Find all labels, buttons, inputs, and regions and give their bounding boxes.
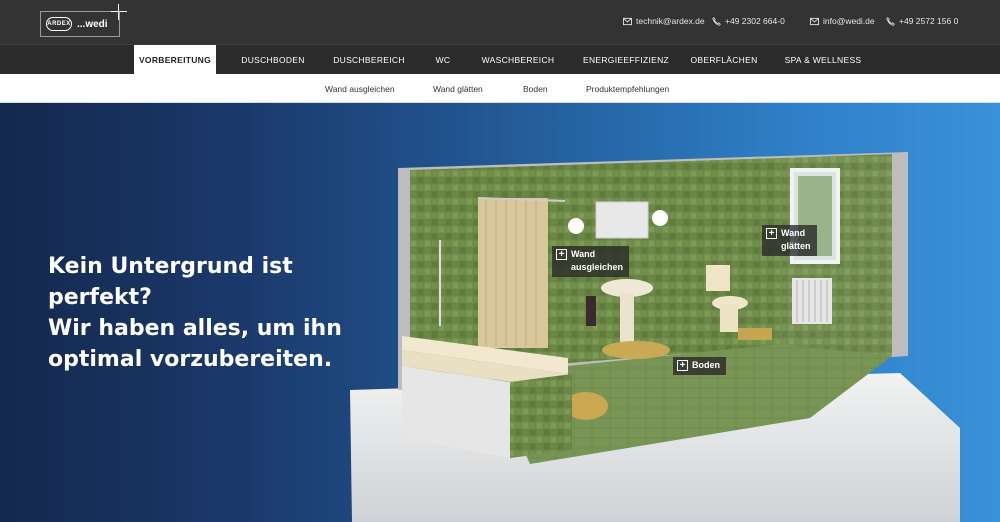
nav-item-vorbereitung[interactable]: VORBEREITUNG <box>134 45 216 75</box>
hero-headline: Kein Untergrund ist perfekt? Wir haben a… <box>48 251 342 375</box>
plus-icon: + <box>677 360 688 371</box>
hotspot-label: Boden <box>692 360 720 370</box>
hotspot-label-line: Wand <box>571 249 596 259</box>
wall-light <box>568 218 584 234</box>
contact-text: technik@ardex.de <box>636 16 705 26</box>
subnav-wand-glaetten[interactable]: Wand glätten <box>433 74 483 103</box>
towel <box>586 296 596 326</box>
plus-icon: + <box>766 228 777 239</box>
subnav-boden[interactable]: Boden <box>523 74 548 103</box>
subnav-wand-ausgleichen[interactable]: Wand ausgleichen <box>325 74 395 103</box>
mail-icon <box>810 17 819 25</box>
brand-logo[interactable]: ARDEX ...wedi <box>40 11 120 37</box>
hotspot-label-line: glätten <box>781 241 811 251</box>
mirror-cabinet <box>595 201 649 239</box>
hero-line: Wir haben alles, um ihn <box>48 316 342 341</box>
contact-text: +49 2572 156 0 <box>899 16 959 26</box>
nav-item-duschboden[interactable]: DUSCHBODEN <box>235 45 311 75</box>
contact-email-wedi[interactable]: info@wedi.de <box>810 16 875 26</box>
rug <box>602 341 670 359</box>
hotspot-wand-ausgleichen[interactable]: + Wand ausgleichen <box>552 246 630 277</box>
shower-curtain <box>478 198 548 348</box>
wall-light <box>652 210 668 226</box>
top-header: ARDEX ...wedi technik@ardex.de +49 2302 … <box>0 0 1000 44</box>
radiator <box>792 278 832 324</box>
hotspot-wand-glaetten[interactable]: + Wand glätten <box>762 225 817 256</box>
nav-item-waschbereich[interactable]: WASCHBEREICH <box>476 45 560 75</box>
main-navigation: VORBEREITUNG DUSCHBODEN DUSCHBEREICH WC … <box>0 44 1000 75</box>
subnav-produktempfehlungen[interactable]: Produktempfehlungen <box>586 74 669 103</box>
mail-icon <box>623 17 632 25</box>
contact-text: info@wedi.de <box>823 16 875 26</box>
plus-icon: + <box>556 249 567 260</box>
logo-plus-icon <box>111 4 127 20</box>
hero-line: optimal vorzubereiten. <box>48 347 333 372</box>
phone-icon <box>886 16 895 26</box>
wedi-logo-text: ...wedi <box>77 18 108 30</box>
hero-section: Kein Untergrund ist perfekt? Wir haben a… <box>0 103 1000 522</box>
ardex-logo-text: ARDEX <box>47 21 71 27</box>
contact-text: +49 2302 664-0 <box>725 16 785 26</box>
hotspot-label: Wand glätten <box>781 227 811 253</box>
bathroom-illustration <box>350 152 960 522</box>
hero-line: Kein Untergrund ist <box>48 254 293 279</box>
nav-item-wc[interactable]: WC <box>426 45 460 75</box>
hotspot-label-line: Wand <box>781 228 806 238</box>
rug <box>738 328 772 340</box>
hero-line: perfekt? <box>48 285 152 310</box>
ardex-logo: ARDEX <box>46 17 72 31</box>
nav-item-duschbereich[interactable]: DUSCHBEREICH <box>330 45 408 75</box>
contact-phone-ardex[interactable]: +49 2302 664-0 <box>712 16 785 26</box>
hotspot-label-line: ausgleichen <box>571 262 624 272</box>
hotspot-label: Wand ausgleichen <box>571 248 623 274</box>
nav-item-oberflaechen[interactable]: OBERFLÄCHEN <box>688 45 760 75</box>
nav-item-energieeffizienz[interactable]: ENERGIEEFFIZIENZ <box>578 45 674 75</box>
contact-email-ardex[interactable]: technik@ardex.de <box>623 16 705 26</box>
nav-item-spa-wellness[interactable]: SPA & WELLNESS <box>780 45 866 75</box>
phone-icon <box>712 16 721 26</box>
contact-phone-wedi[interactable]: +49 2572 156 0 <box>886 16 958 26</box>
hotspot-boden[interactable]: + Boden <box>673 357 726 375</box>
sub-navigation: Wand ausgleichen Wand glätten Boden Prod… <box>0 74 1000 103</box>
